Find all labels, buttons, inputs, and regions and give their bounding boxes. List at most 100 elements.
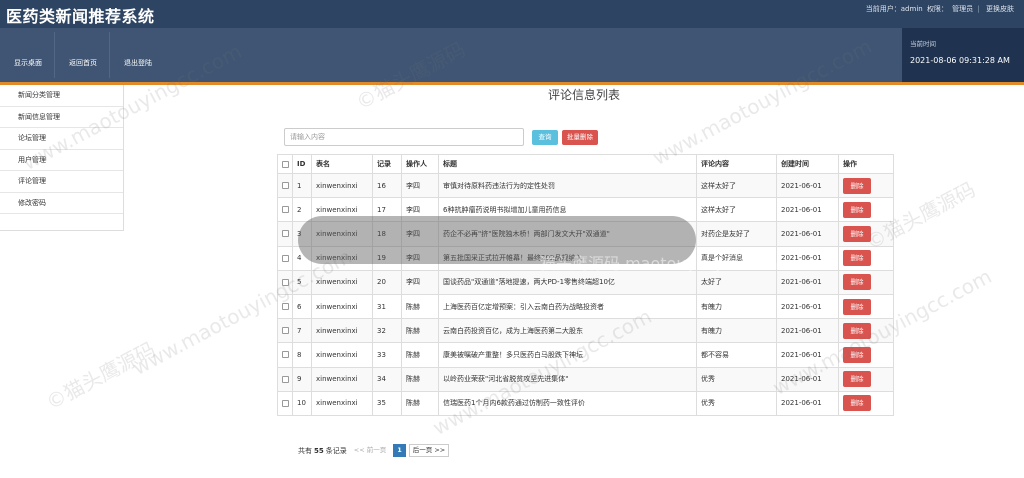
row-checkbox-cell[interactable]	[277, 172, 293, 199]
row-checkbox[interactable]	[282, 254, 289, 262]
row-checkbox-cell[interactable]	[277, 221, 293, 247]
comments-table: ID 表名 记录 操作人 标题 评论内容 创建时间 操作 1 xinwenxinx…	[277, 154, 894, 416]
cell-comment: 优秀	[696, 366, 777, 392]
role-label: 权限：	[926, 5, 948, 13]
column-header: 记录	[372, 154, 402, 174]
cell-action: 删除	[838, 390, 894, 416]
delete-button[interactable]: 删除	[843, 201, 871, 218]
select-all-cell[interactable]	[277, 154, 293, 174]
nav-show-desktop[interactable]: 显示桌面	[14, 58, 42, 68]
cell-created: 2021-06-01	[776, 390, 839, 416]
change-skin-link[interactable]: 更换皮肤	[986, 5, 1014, 13]
search-input[interactable]	[284, 128, 524, 146]
next-page-link[interactable]: 后一页 >>	[408, 444, 450, 457]
delete-button[interactable]: 删除	[843, 371, 871, 388]
cell-table: xinwenxinxi	[311, 269, 373, 295]
cell-id: 7	[292, 318, 312, 344]
row-checkbox-cell[interactable]	[277, 293, 293, 320]
prev-page-link[interactable]: << 前一页	[350, 444, 390, 457]
row-checkbox[interactable]	[282, 206, 289, 214]
sidebar-item-news-info[interactable]: 新闻信息管理	[0, 107, 123, 128]
row-checkbox-cell[interactable]	[277, 342, 293, 368]
sidebar-item-forum[interactable]: 论坛管理	[0, 128, 123, 150]
query-button[interactable]: 查询	[532, 130, 558, 145]
cell-title: 上海医药百亿定增预案：引入云南白药为战略投资者	[438, 293, 697, 320]
cell-id: 8	[292, 342, 312, 368]
cell-action: 删除	[838, 366, 894, 392]
column-header: 操作	[838, 154, 894, 174]
sidebar-item-comments[interactable]: 评论管理	[0, 171, 123, 193]
delete-button[interactable]: 删除	[843, 322, 871, 339]
column-header: 操作人	[401, 154, 439, 174]
clock-value: 2021-08-06 09:31:28 AM	[910, 56, 1010, 65]
watermark-brand: ©猫头鹰源码	[42, 337, 160, 415]
nav-logout[interactable]: 退出登陆	[124, 58, 152, 68]
delete-button[interactable]: 删除	[843, 298, 871, 315]
nav-home[interactable]: 返回首页	[69, 58, 97, 68]
cell-title: 云南白药投资百亿，成为上海医药第二大股东	[438, 318, 697, 344]
nav-bar: 显示桌面 返回首页 退出登陆	[0, 28, 1024, 82]
row-checkbox-cell[interactable]	[277, 245, 293, 271]
cell-comment: 都不容易	[696, 342, 777, 368]
row-checkbox[interactable]	[282, 351, 289, 359]
cell-action: 删除	[838, 342, 894, 368]
column-header: 表名	[311, 154, 373, 174]
cell-operator: 陈赫	[401, 366, 439, 392]
watermark-overlay	[298, 216, 696, 264]
separator: |	[977, 5, 980, 13]
column-header: 标题	[438, 154, 697, 174]
row-checkbox-cell[interactable]	[277, 366, 293, 392]
cell-created: 2021-06-01	[776, 318, 839, 344]
row-checkbox[interactable]	[282, 327, 289, 335]
sidebar-item-password[interactable]: 修改密码	[0, 193, 123, 214]
delete-button[interactable]: 删除	[843, 250, 871, 267]
cell-record: 16	[372, 172, 402, 199]
pagination: 共有 55 条记录 << 前一页 1 后一页 >>	[298, 444, 450, 457]
delete-button[interactable]: 删除	[843, 346, 871, 363]
batch-delete-button[interactable]: 批量删除	[562, 130, 598, 145]
cell-record: 32	[372, 318, 402, 344]
sidebar-item-news-category[interactable]: 新闻分类管理	[0, 85, 123, 107]
cell-record: 20	[372, 269, 402, 295]
cell-table: xinwenxinxi	[311, 390, 373, 416]
delete-button[interactable]: 删除	[843, 177, 871, 194]
row-checkbox-cell[interactable]	[277, 269, 293, 295]
sidebar-item-users[interactable]: 用户管理	[0, 150, 123, 171]
cell-table: xinwenxinxi	[311, 172, 373, 199]
cell-action: 删除	[838, 269, 894, 295]
cell-operator: 李四	[401, 269, 439, 295]
cell-created: 2021-06-01	[776, 245, 839, 271]
cell-comment: 有魄力	[696, 318, 777, 344]
cell-operator: 陈赫	[401, 293, 439, 320]
cell-record: 33	[372, 342, 402, 368]
cell-operator: 陈赫	[401, 390, 439, 416]
row-checkbox[interactable]	[282, 399, 289, 407]
row-checkbox-cell[interactable]	[277, 390, 293, 416]
delete-button[interactable]: 删除	[843, 225, 871, 242]
page-1-link[interactable]: 1	[393, 444, 406, 457]
row-checkbox[interactable]	[282, 230, 289, 238]
user-info: 当前用户：admin 权限： 管理员 | 更换皮肤	[864, 4, 1014, 14]
cell-action: 删除	[838, 197, 894, 223]
pagination-prefix: 共有	[298, 446, 312, 455]
row-checkbox[interactable]	[282, 182, 289, 190]
cell-id: 1	[292, 172, 312, 199]
row-checkbox-cell[interactable]	[277, 197, 293, 223]
cell-comment: 对药企是友好了	[696, 221, 777, 247]
cell-comment: 有魄力	[696, 293, 777, 320]
select-all-checkbox[interactable]	[282, 160, 289, 168]
row-checkbox[interactable]	[282, 303, 289, 311]
row-checkbox-cell[interactable]	[277, 318, 293, 344]
cell-action: 删除	[838, 221, 894, 247]
cell-id: 5	[292, 269, 312, 295]
cell-id: 6	[292, 293, 312, 320]
cell-action: 删除	[838, 172, 894, 199]
row-checkbox[interactable]	[282, 278, 289, 286]
delete-button[interactable]: 删除	[843, 395, 871, 412]
row-checkbox[interactable]	[282, 375, 289, 383]
cell-action: 删除	[838, 293, 894, 320]
cell-comment: 这样太好了	[696, 197, 777, 223]
cell-operator: 陈赫	[401, 318, 439, 344]
pagination-total: 55	[314, 446, 324, 455]
delete-button[interactable]: 删除	[843, 274, 871, 291]
